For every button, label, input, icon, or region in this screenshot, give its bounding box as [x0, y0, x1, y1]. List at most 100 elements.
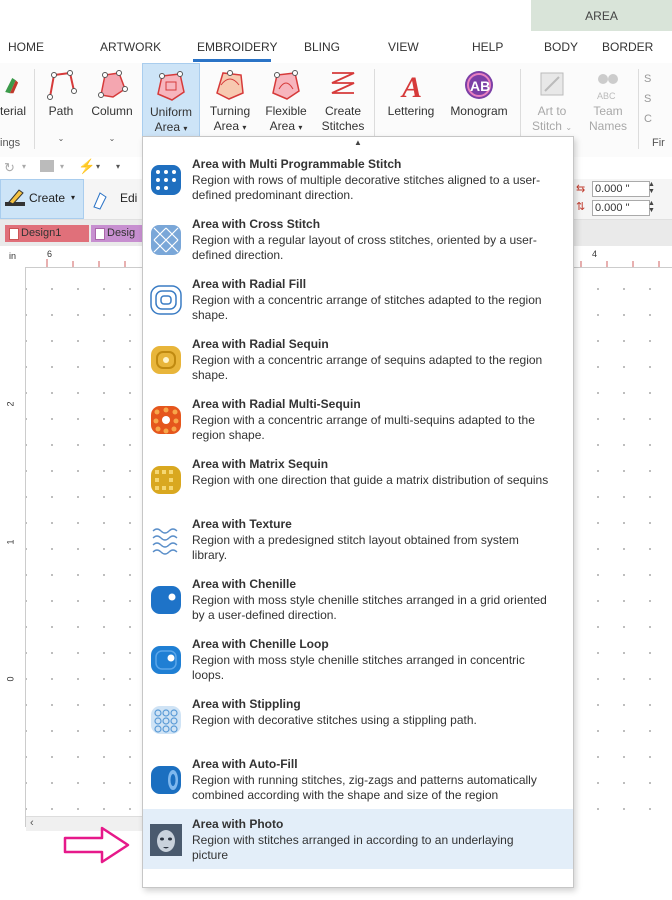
- chevron-down-icon[interactable]: ▾: [96, 162, 100, 171]
- menu-item-chenille[interactable]: Area with Chenille Region with moss styl…: [143, 569, 573, 629]
- ribbon-tabs: HOME ARTWORK EMBROIDERY BLING VIEW HELP …: [0, 31, 672, 63]
- material-label: terial: [0, 104, 27, 118]
- create-button[interactable]: Create ▾: [0, 179, 84, 219]
- radial-fill-icon: [150, 285, 182, 315]
- right-item-3[interactable]: C: [644, 109, 652, 129]
- document-icon: [95, 228, 105, 240]
- active-tab-indicator: [193, 59, 271, 62]
- team-names-button[interactable]: ABC Team Names: [582, 63, 634, 143]
- height-spinner[interactable]: ▲ ▼: [648, 200, 655, 214]
- group-label-settings: ings: [0, 137, 21, 149]
- chevron-down-icon[interactable]: ▾: [22, 162, 26, 171]
- tab-artwork[interactable]: ARTWORK: [100, 40, 161, 54]
- tab-help[interactable]: HELP: [472, 40, 503, 54]
- height-field[interactable]: 0.000 ": [592, 200, 650, 216]
- menu-item-radial-sequin[interactable]: Area with Radial Sequin Region with a co…: [143, 329, 573, 389]
- radial-multi-sequin-icon: [151, 406, 181, 434]
- menu-item-multi-programmable-stitch[interactable]: Area with Multi Programmable Stitch Regi…: [143, 149, 573, 209]
- tab-border[interactable]: BORDER: [602, 40, 653, 54]
- create-stitches-label: Create Stitches: [321, 104, 365, 133]
- menu-item-desc: Region with moss style chenille stitches…: [192, 593, 547, 622]
- menu-item-auto-fill[interactable]: Area with Auto-Fill Region with running …: [143, 749, 573, 809]
- doc-tab-design1[interactable]: Design1: [5, 225, 89, 242]
- edit-button[interactable]: Edi: [86, 181, 146, 217]
- lettering-label: Lettering: [387, 104, 435, 118]
- radial-sequin-icon: [151, 346, 181, 374]
- document-icon: [9, 228, 19, 240]
- group-label-find: Fir: [652, 137, 665, 149]
- doc-tab-label: Desig: [107, 227, 136, 239]
- right-item-1[interactable]: S: [644, 69, 652, 89]
- flexible-area-icon: [272, 70, 300, 100]
- path-icon: [47, 70, 77, 100]
- menu-item-matrix-sequin[interactable]: Area with Matrix Sequin Region with one …: [143, 449, 573, 509]
- lightning-icon[interactable]: ⚡: [78, 158, 95, 175]
- context-tab-area[interactable]: AREA: [531, 0, 672, 31]
- uniform-area-icon: [157, 71, 185, 101]
- path-button[interactable]: Path ⌄: [40, 63, 82, 143]
- chenille-icon: [151, 586, 181, 614]
- menu-item-chenille-loop[interactable]: Area with Chenille Loop Region with moss…: [143, 629, 573, 689]
- chevron-down-icon: ▾: [71, 193, 76, 202]
- menu-item-title: Area with Radial Multi-Sequin: [192, 397, 361, 411]
- material-icon: [5, 77, 19, 94]
- uniform-area-button[interactable]: Uniform Area ▾: [142, 63, 200, 145]
- texture-icon: [152, 528, 178, 555]
- monogram-button[interactable]: AB Monogram: [444, 63, 514, 143]
- customize-icon[interactable]: ▾: [116, 162, 120, 171]
- chevron-down-icon[interactable]: ▾: [60, 162, 64, 171]
- create-label: Create: [29, 191, 66, 205]
- menu-item-texture[interactable]: Area with Texture Region with a predesig…: [143, 509, 573, 569]
- column-button[interactable]: Column ⌄: [86, 63, 138, 143]
- menu-item-photo[interactable]: Area with Photo Region with stitches arr…: [143, 809, 573, 869]
- chenille-loop-icon: [151, 646, 181, 674]
- art-to-stitch-label: Art to Stitch ⌄: [531, 104, 573, 133]
- tab-body[interactable]: BODY: [544, 40, 578, 54]
- tab-embroidery[interactable]: EMBROIDERY: [197, 40, 277, 54]
- team-names-label: Team Names: [588, 104, 627, 133]
- menu-item-desc: Region with stitches arranged in accordi…: [192, 833, 514, 862]
- svg-text:ABC: ABC: [597, 91, 616, 101]
- turning-area-button[interactable]: Turning Area ▾: [204, 63, 256, 143]
- tab-home[interactable]: HOME: [8, 40, 44, 54]
- matrix-sequin-icon: [151, 466, 181, 494]
- ruler-label-4: 4: [592, 249, 598, 259]
- right-partial-items: S S C: [644, 69, 652, 129]
- arrow-right-icon: [63, 826, 130, 864]
- create-stitches-button[interactable]: Create Stitches: [316, 63, 370, 143]
- menu-item-title: Area with Auto-Fill: [192, 757, 298, 771]
- flexible-area-button[interactable]: Flexible Area ▾: [260, 63, 312, 143]
- width-spinner[interactable]: ▲ ▼: [648, 181, 655, 195]
- tab-bling[interactable]: BLING: [304, 40, 340, 54]
- art-to-stitch-icon: [540, 72, 564, 96]
- menu-item-radial-fill[interactable]: Area with Radial Fill Region with a conc…: [143, 269, 573, 329]
- menu-item-title: Area with Radial Fill: [192, 277, 307, 291]
- lettering-button[interactable]: A Lettering: [382, 63, 440, 143]
- turning-area-icon: [216, 70, 244, 100]
- ruler-label-1: 1: [5, 539, 16, 545]
- chevron-down-icon: ⌄: [108, 134, 116, 143]
- menu-item-radial-multi-sequin[interactable]: Area with Radial Multi-Sequin Region wit…: [143, 389, 573, 449]
- scroll-up-icon[interactable]: ▲: [143, 137, 573, 149]
- clipboard-icon[interactable]: [40, 160, 54, 172]
- right-item-2[interactable]: S: [644, 89, 652, 109]
- uniform-area-dropdown: ▲ Area with Multi Programmable Stitch Re…: [142, 136, 574, 888]
- edit-label: Edi: [120, 191, 138, 205]
- menu-item-desc: Region with one direction that guide a m…: [192, 473, 549, 487]
- width-field[interactable]: 0.000 ": [592, 181, 650, 197]
- turning-area-label: Turning Area ▾: [209, 104, 251, 133]
- multi-programmable-stitch-icon: [151, 165, 181, 195]
- menu-item-desc: Region with a concentric arrange of sequ…: [192, 353, 543, 382]
- material-button[interactable]: terial: [0, 63, 28, 143]
- tab-view[interactable]: VIEW: [388, 40, 419, 54]
- scroll-left-icon[interactable]: ‹: [30, 817, 34, 829]
- svg-text:AB: AB: [470, 78, 490, 94]
- width-icon: ⇆: [576, 183, 586, 195]
- svg-text:A: A: [400, 71, 422, 101]
- art-to-stitch-button[interactable]: Art to Stitch ⌄: [526, 63, 578, 143]
- menu-item-cross-stitch[interactable]: Area with Cross Stitch Region with a reg…: [143, 209, 573, 269]
- menu-item-stippling[interactable]: Area with Stippling Region with decorati…: [143, 689, 573, 749]
- chevron-down-icon: ⌄: [57, 134, 65, 143]
- redo-icon[interactable]: ↻: [4, 160, 15, 176]
- height-icon: ⇅: [576, 201, 586, 213]
